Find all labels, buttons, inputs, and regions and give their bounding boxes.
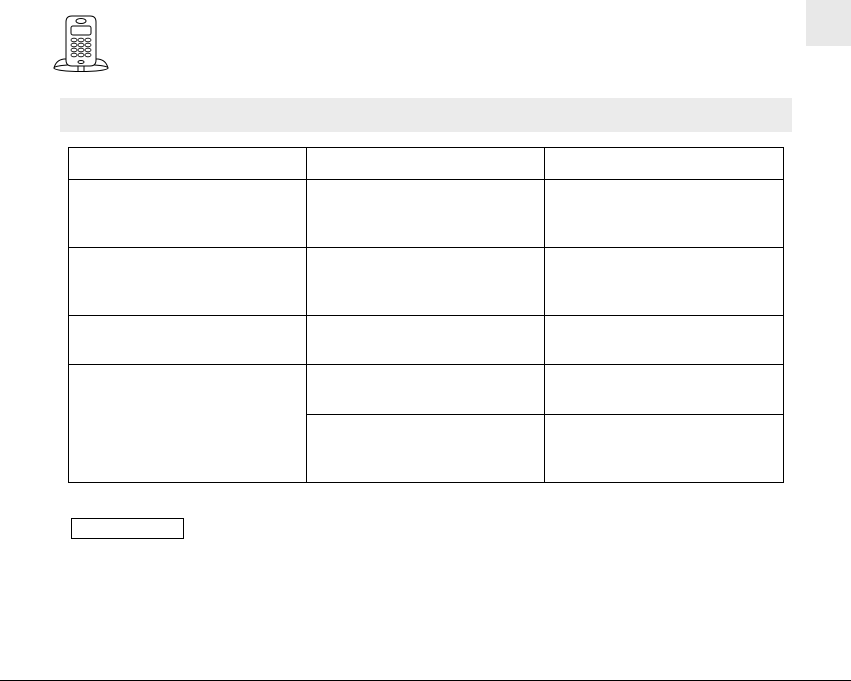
table-cell <box>306 247 545 316</box>
table-cell <box>306 364 545 415</box>
table-cell <box>68 179 307 248</box>
table-cell <box>544 315 784 365</box>
table-row <box>68 247 784 316</box>
table-cell <box>68 315 307 365</box>
table-cell <box>544 364 784 415</box>
note-label-box <box>71 518 184 539</box>
table-cell <box>306 414 545 483</box>
table-cell <box>544 179 784 248</box>
cordless-phone-icon <box>53 15 109 72</box>
table-cell <box>544 247 784 316</box>
table-row <box>68 364 784 483</box>
table-row <box>68 315 784 365</box>
table-header-row <box>68 147 784 180</box>
table-header-cell <box>306 147 545 180</box>
table-cell <box>306 179 545 248</box>
table-row <box>68 179 784 248</box>
info-table <box>68 147 784 483</box>
table-cell <box>544 414 784 483</box>
table-header-cell <box>68 147 307 180</box>
table-cell <box>68 247 307 316</box>
section-header-bar <box>60 98 792 132</box>
section-tab <box>806 0 851 46</box>
table-header-cell <box>544 147 784 180</box>
table-cell <box>306 315 545 365</box>
table-cell-merged <box>68 364 307 483</box>
